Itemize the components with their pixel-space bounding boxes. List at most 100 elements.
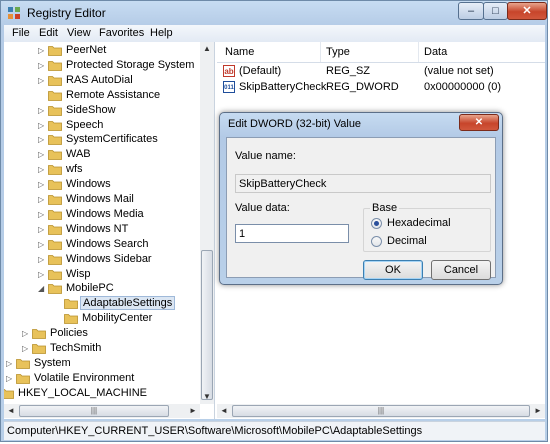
tree-expander-icon[interactable]: ▷ [38, 240, 45, 248]
value-name-text: SkipBatteryCheck [239, 178, 327, 190]
tree-expander-icon[interactable]: ▷ [6, 359, 13, 367]
tree-item[interactable]: ▷ Policies [4, 326, 200, 341]
column-header-type[interactable]: Type [326, 46, 350, 58]
tree-expander-icon[interactable]: ▷ [38, 196, 45, 204]
tree-expander-icon[interactable]: ▷ [38, 225, 45, 233]
tree-expander-icon[interactable]: ◢ [38, 285, 45, 293]
tree-item[interactable]: ▷ Speech [4, 118, 200, 133]
column-divider[interactable] [418, 42, 419, 62]
tree-item[interactable]: MobilityCenter [4, 311, 200, 326]
tree-vertical-scrollbar[interactable]: ▲ ▼ [200, 42, 214, 404]
list-horizontal-scrollbar[interactable]: ◄ ||| ► [217, 404, 545, 418]
close-button[interactable]: ✕ [507, 2, 547, 20]
tree-item[interactable]: Remote Assistance [4, 88, 200, 103]
scroll-right-arrow-icon[interactable]: ► [531, 404, 545, 418]
tree-item[interactable]: AdaptableSettings [4, 296, 200, 311]
value-row[interactable]: ab (Default) REG_SZ (value not set) [217, 64, 545, 80]
cancel-button[interactable]: Cancel [431, 260, 491, 280]
menu-help[interactable]: Help [150, 27, 173, 39]
column-divider[interactable] [320, 42, 321, 62]
tree-item[interactable]: ▷ Windows Media [4, 207, 200, 222]
tree-item[interactable]: ▷ TechSmith [4, 341, 200, 356]
tree-item[interactable]: ▷ SideShow [4, 103, 200, 118]
tree-item[interactable]: ◢ MobilePC [4, 281, 200, 296]
tree-expander-icon[interactable]: ▷ [38, 166, 45, 174]
menu-view[interactable]: View [67, 27, 91, 39]
dialog-close-button[interactable]: ✕ [459, 114, 499, 131]
base-label: Base [370, 202, 400, 214]
scroll-up-arrow-icon[interactable]: ▲ [200, 42, 214, 56]
column-header-name[interactable]: Name [225, 46, 254, 58]
tree-expander-icon[interactable]: ▷ [38, 181, 45, 189]
tree-item-label: Windows Media [66, 207, 144, 220]
value-data-input[interactable] [235, 224, 349, 243]
tree-expander-icon[interactable]: ▷ [38, 76, 45, 84]
folder-icon [48, 90, 62, 101]
decimal-label[interactable]: Decimal [387, 235, 427, 247]
tree-item[interactable]: ▷ Windows Sidebar [4, 252, 200, 267]
tree-item-label: SideShow [66, 103, 116, 116]
scroll-left-arrow-icon[interactable]: ◄ [217, 404, 231, 418]
tree-expander-icon[interactable]: ▷ [38, 255, 45, 263]
tree-expander-icon[interactable]: ▷ [38, 210, 45, 218]
tree-expander-icon[interactable]: ▷ [38, 61, 45, 69]
folder-icon [48, 120, 62, 131]
tree-expander-icon[interactable]: ▷ [38, 106, 45, 114]
tree-expander-icon[interactable]: ▷ [38, 270, 45, 278]
tree-expander-icon[interactable]: ▷ [38, 121, 45, 129]
tree-item[interactable]: ▷ RAS AutoDial [4, 73, 200, 88]
menu-favorites[interactable]: Favorites [99, 27, 144, 39]
tree-expander-icon[interactable]: ▷ [38, 151, 45, 159]
tree-expander-icon[interactable] [54, 300, 61, 307]
tree-item[interactable]: ▷ Windows [4, 177, 200, 192]
tree-horizontal-scrollbar[interactable]: ◄ ||| ► [4, 404, 200, 418]
key-tree-pane: ▷HKEY_LOCAL_MACHINE▷Volatile Environment… [4, 42, 215, 419]
ok-button[interactable]: OK [363, 260, 423, 280]
minimize-button[interactable]: – [458, 2, 484, 20]
tree-item[interactable]: ▷ Volatile Environment [4, 371, 200, 386]
decimal-radio[interactable] [371, 236, 382, 247]
tree-expander-icon[interactable]: ▷ [22, 345, 29, 353]
tree-item[interactable]: ▷ Wisp [4, 267, 200, 282]
hexadecimal-radio[interactable] [371, 218, 382, 229]
tree-item-label: MobilityCenter [82, 312, 153, 325]
tree-item[interactable]: ▷HKEY_LOCAL_MACHINE [4, 386, 200, 401]
menu-file[interactable]: File [12, 27, 30, 39]
tree-item-label: Windows Mail [66, 193, 134, 205]
tree-item[interactable]: ▷ Windows NT [4, 222, 200, 237]
tree-item[interactable]: ▷ PeerNet [4, 43, 200, 58]
column-header-data[interactable]: Data [424, 46, 447, 58]
tree-expander-icon[interactable]: ▷ [22, 330, 29, 338]
hexadecimal-label[interactable]: Hexadecimal [387, 217, 451, 229]
tree-item[interactable]: ▷ WAB [4, 147, 200, 162]
value-row[interactable]: 011 SkipBatteryCheck REG_DWORD 0x0000000… [217, 80, 545, 96]
tree-expander-icon[interactable]: ▷ [38, 47, 45, 55]
tree-item[interactable]: ▷ Windows Mail [4, 192, 200, 207]
scroll-down-arrow-icon[interactable]: ▼ [200, 390, 214, 404]
list-horizontal-scroll-thumb[interactable]: ||| [232, 405, 530, 417]
tree-expander-icon[interactable] [38, 92, 45, 99]
tree-item-label: Protected Storage System [66, 58, 195, 71]
folder-icon [48, 150, 62, 161]
tree-horizontal-scroll-thumb[interactable]: ||| [19, 405, 169, 417]
tree-item-label: RAS AutoDial [66, 73, 133, 86]
tree-item[interactable]: ▷ SystemCertificates [4, 132, 200, 147]
scroll-left-arrow-icon[interactable]: ◄ [4, 404, 18, 418]
string-value-icon: ab [223, 65, 235, 77]
tree-expander-icon[interactable] [54, 315, 61, 322]
maximize-button[interactable]: □ [483, 2, 508, 20]
tree-expander-icon[interactable]: ▷ [6, 374, 13, 382]
tree-item[interactable]: ▷ Windows Search [4, 237, 200, 252]
tree-item[interactable]: ▷ wfs [4, 162, 200, 177]
folder-icon [48, 254, 62, 265]
tree-item[interactable]: ▷ Protected Storage System [4, 58, 200, 73]
tree-vertical-scroll-thumb[interactable] [201, 250, 213, 400]
binary-value-icon: 011 [223, 81, 235, 93]
tree-expander-icon[interactable]: ▷ [38, 136, 45, 144]
tree-item[interactable]: ▷ System [4, 356, 200, 371]
folder-icon [32, 344, 46, 354]
scroll-right-arrow-icon[interactable]: ► [186, 404, 200, 418]
menu-edit[interactable]: Edit [39, 27, 58, 39]
folder-icon [48, 75, 62, 86]
title-bar[interactable]: Registry Editor – □ ✕ [1, 1, 547, 25]
